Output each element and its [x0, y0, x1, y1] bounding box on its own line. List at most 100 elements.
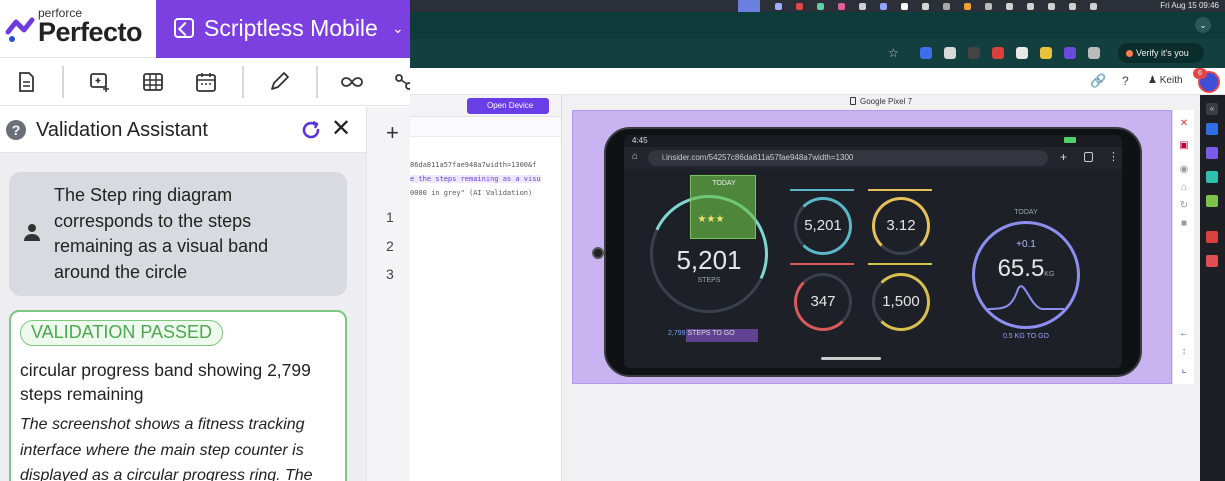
line-number: 3: [386, 266, 394, 282]
search-icon[interactable]: [1027, 3, 1034, 10]
user-icon: ♟: [1148, 75, 1160, 86]
control-center-icon[interactable]: [1069, 3, 1076, 10]
help-icon[interactable]: ?: [1122, 74, 1129, 88]
os-menu-bar: Fri Aug 15 09:46: [410, 0, 1225, 12]
table-icon[interactable]: [141, 70, 165, 94]
validation-assistant-title: Validation Assistant: [36, 119, 208, 141]
highlight-overlay: TODAY ★★★: [690, 175, 756, 239]
floors-value: 1,500: [882, 293, 920, 310]
phone-icon: [849, 97, 856, 105]
analytics-icon[interactable]: [1206, 255, 1218, 267]
tray-icon[interactable]: [796, 3, 803, 10]
code-line[interactable]: 86da811a57fae948a7width=1300&f: [410, 161, 536, 169]
close-icon[interactable]: ✕: [331, 117, 351, 141]
phone-browser-bar: ⌂ i.insider.com/54257c86da811a57fae948a7…: [624, 147, 1122, 169]
plugin-icon[interactable]: [1206, 195, 1218, 207]
home-icon[interactable]: ⌂: [632, 151, 638, 162]
module-switcher[interactable]: Scriptless Mobile ⌄: [156, 0, 410, 58]
collapse-icon[interactable]: «: [1206, 103, 1218, 115]
perfecto-app-bar: 🔗 ? ♟ Keith 6: [410, 68, 1225, 95]
siri-icon[interactable]: [1090, 3, 1097, 10]
weight-unit: KG: [1044, 271, 1055, 278]
calories-card-accent: [790, 263, 854, 265]
pencil-icon[interactable]: [267, 70, 291, 94]
distance-value: 3.12: [886, 217, 916, 234]
validation-result-summary: circular progress band showing 2,799 ste…: [20, 360, 311, 404]
toolbar-divider: [316, 66, 318, 98]
device-controls-sidebar: ✕ ▣ ◉ ⌂ ↻ ■ ← ↕ ⌞: [1172, 110, 1194, 384]
home-icon[interactable]: ⌂: [1178, 182, 1190, 194]
extensions-puzzle-icon[interactable]: [1088, 47, 1100, 59]
rating-stars: ★★★: [697, 214, 725, 225]
device-label: Google Pixel 7: [562, 95, 1200, 109]
tray-icon[interactable]: [880, 3, 887, 10]
share-icon[interactable]: [392, 70, 410, 94]
tray-icon[interactable]: [985, 3, 992, 10]
os-clock[interactable]: Fri Aug 15 09:46: [1160, 1, 1219, 10]
perfecto-logo-icon: [5, 17, 35, 42]
record-icon[interactable]: ▣: [1178, 140, 1190, 152]
steps-remaining-label: STEPS TO GO: [687, 330, 735, 337]
tab-search-icon[interactable]: ⌄: [1195, 17, 1211, 33]
user-menu[interactable]: ♟ Keith: [1148, 75, 1183, 86]
tray-icon[interactable]: [859, 3, 866, 10]
grid-icon[interactable]: [1206, 147, 1218, 159]
rotate-icon[interactable]: ↻: [1178, 200, 1190, 212]
open-device-button[interactable]: Open Device: [467, 98, 549, 114]
tray-icon[interactable]: [922, 3, 929, 10]
extension-icon[interactable]: [992, 47, 1004, 59]
expand-icon[interactable]: ⌞: [1178, 364, 1190, 376]
battery-icon[interactable]: [1048, 3, 1055, 10]
brand-name: Perfecto: [38, 17, 143, 47]
extension-icon[interactable]: [968, 47, 980, 59]
report-icon[interactable]: [1206, 231, 1218, 243]
bookmark-star-icon[interactable]: ☆: [888, 47, 900, 59]
close-icon[interactable]: ✕: [1178, 118, 1190, 130]
phone-frame: 4:45 ⌂ i.insider.com/54257c86da811a57fae…: [592, 127, 1142, 377]
device-icon[interactable]: [1206, 123, 1218, 135]
chevron-down-icon[interactable]: ⌄: [392, 20, 404, 37]
user-icon: [24, 224, 40, 241]
calendar-icon[interactable]: [194, 70, 218, 94]
volume-icon[interactable]: ↕: [1178, 346, 1190, 358]
new-tab-icon[interactable]: +: [1060, 150, 1067, 164]
tray-icon[interactable]: [775, 3, 782, 10]
screenshot-icon[interactable]: ◉: [1178, 164, 1190, 176]
extension-icon[interactable]: [1016, 47, 1028, 59]
wifi-icon[interactable]: [1006, 3, 1013, 10]
extension-icon[interactable]: [1064, 47, 1076, 59]
extension-icon[interactable]: [944, 47, 956, 59]
weight-delta: +0.1: [1016, 239, 1036, 250]
tray-icon[interactable]: [817, 3, 824, 10]
diamond-icon[interactable]: [1206, 171, 1218, 183]
tray-icon[interactable]: [838, 3, 845, 10]
lock-icon[interactable]: ■: [1178, 218, 1190, 230]
steps-card-accent: [790, 189, 854, 191]
more-menu-icon[interactable]: ⋮: [1108, 150, 1119, 163]
tabs-icon[interactable]: [1084, 152, 1093, 162]
tray-icon[interactable]: [964, 3, 971, 10]
weight-today-label: TODAY: [1014, 209, 1038, 216]
add-step-button[interactable]: +: [386, 120, 399, 146]
code-line-highlighted[interactable]: e the steps remaining as a visu: [410, 175, 541, 183]
help-icon[interactable]: ?: [6, 120, 26, 140]
floors-card-accent: [868, 263, 932, 265]
back-icon[interactable]: ←: [1178, 328, 1190, 340]
phone-nav-handle[interactable]: [821, 357, 881, 360]
perfecto-brand[interactable]: perforce Perfecto: [0, 0, 156, 58]
link-icon[interactable]: 🔗: [1090, 73, 1106, 89]
refresh-icon[interactable]: [299, 118, 323, 142]
loop-icon[interactable]: [340, 70, 364, 94]
validation-result-detail: The screenshot shows a fitness tracking …: [20, 416, 313, 481]
extension-icon[interactable]: [1040, 47, 1052, 59]
document-icon[interactable]: [14, 70, 38, 94]
code-line[interactable]: 0000 in grey" (AI Validation): [410, 189, 532, 197]
tray-icon[interactable]: [943, 3, 950, 10]
add-screen-icon[interactable]: [88, 70, 112, 94]
extension-icon[interactable]: [920, 47, 932, 59]
distance-card-accent: [868, 189, 932, 191]
tray-icon[interactable]: [901, 3, 908, 10]
phone-url-field[interactable]: i.insider.com/54257c86da811a57fae948a7wi…: [648, 150, 1048, 166]
steps-remaining-value: 2,799: [668, 330, 686, 337]
phone-screen[interactable]: 4:45 ⌂ i.insider.com/54257c86da811a57fae…: [624, 135, 1122, 368]
